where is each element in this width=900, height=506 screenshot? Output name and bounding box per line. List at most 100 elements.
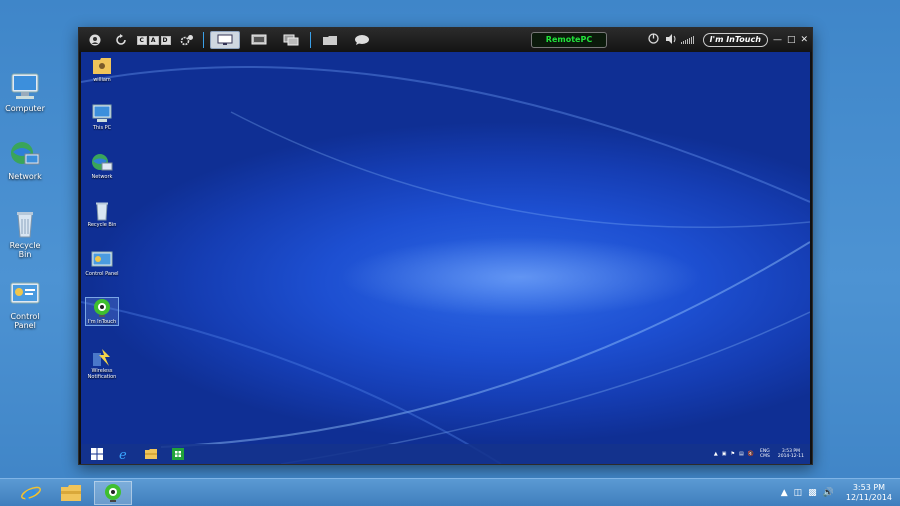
local-clock-time: 3:53 PM	[852, 483, 886, 492]
remote-taskbar-explorer[interactable]	[140, 446, 162, 462]
remote-taskbar-store[interactable]	[167, 446, 189, 462]
tray-app-icon[interactable]: ▣	[722, 451, 727, 457]
desktop-icon-label: Network	[8, 172, 42, 181]
remote-icon-label: Recycle Bin	[87, 222, 117, 228]
multi-window-button[interactable]	[278, 31, 304, 49]
recycle-bin-icon	[9, 209, 41, 239]
remote-icon-label: Wireless Notification	[87, 368, 117, 380]
remote-icon-label: This PC	[92, 125, 112, 131]
fullscreen-button[interactable]	[246, 31, 272, 49]
refresh-button[interactable]	[111, 31, 131, 49]
this-pc-icon	[91, 104, 113, 124]
windows-logo-icon	[91, 448, 103, 460]
remote-taskbar-ie[interactable]: e	[113, 446, 135, 462]
close-button[interactable]: ✕	[800, 35, 808, 45]
wifi-signal-icon[interactable]: ▩	[808, 488, 817, 498]
input-language[interactable]: ENG CMS	[760, 449, 770, 459]
remote-system-tray: ▲ ▣ ⚑ ▤ 🔇 ENG CMS 3:53 PM 2014-12-11	[710, 446, 804, 462]
flag-icon[interactable]: ⚑	[731, 451, 735, 457]
intouch-app-icon	[91, 298, 113, 318]
remote-icon-this-pc[interactable]: This PC	[85, 104, 119, 131]
remote-icon-label: I'm InTouch	[87, 319, 117, 325]
taskbar-internet-explorer[interactable]: e	[12, 481, 50, 505]
single-monitor-button[interactable]	[210, 31, 240, 49]
user-folder-icon	[91, 56, 113, 76]
desktop-icon-label: Control Panel	[10, 312, 40, 330]
volume-icon[interactable]: 🔊	[823, 488, 834, 498]
remote-icon-intouch[interactable]: I'm InTouch	[85, 297, 119, 326]
screen-icon	[251, 34, 267, 45]
intouch-app-icon	[105, 484, 121, 502]
taskbar-file-explorer[interactable]	[52, 481, 90, 505]
svg-text:e: e	[24, 482, 37, 504]
control-panel-icon	[91, 250, 113, 270]
cad-key-d: D	[160, 35, 171, 45]
internet-explorer-icon: e	[21, 482, 41, 504]
local-system-tray: ▲ ◫ ▩ 🔊 3:53 PM 12/11/2014	[775, 479, 892, 506]
remote-icon-william[interactable]: william	[85, 56, 119, 83]
refresh-icon	[116, 34, 126, 45]
signal-strength-icon	[680, 36, 695, 44]
local-taskbar: e ▲ ◫ ▩ 🔊 3:53 PM 12/11/2014	[0, 478, 900, 506]
wallpaper-curves	[81, 66, 810, 464]
desktop-icon-network[interactable]: Network	[2, 140, 48, 181]
desktop-icon-label: Computer	[5, 104, 45, 113]
remotepc-badge[interactable]: RemotePC	[531, 32, 607, 48]
remote-start-button[interactable]	[86, 446, 108, 462]
taskbar-intouch[interactable]	[94, 481, 132, 505]
remote-icon-label: william	[93, 77, 111, 83]
lang-line-2: CMS	[759, 454, 770, 459]
remote-icon-network[interactable]: Network	[85, 153, 119, 180]
network-tray-icon[interactable]: ▤	[739, 451, 744, 457]
local-clock[interactable]: 3:53 PM 12/11/2014	[846, 483, 892, 503]
remote-icon-wireless-notification[interactable]: Wireless Notification	[85, 347, 119, 380]
remote-icon-label: Control Panel	[85, 271, 119, 277]
remote-desktop-screen[interactable]: william This PC Network Recycle Bin Cont…	[81, 52, 810, 464]
chat-button[interactable]	[349, 31, 375, 49]
desktop-icon-computer[interactable]: Computer	[2, 72, 48, 113]
toolbar-right: I'm InTouch — □ ✕	[642, 28, 808, 52]
desktop-icon-recycle-bin[interactable]: Recycle Bin	[2, 209, 48, 259]
network-icon	[9, 140, 41, 170]
cad-key-a: A	[148, 35, 159, 45]
maximize-button[interactable]: □	[787, 35, 796, 45]
svg-text:e: e	[119, 448, 127, 461]
settings-button[interactable]	[177, 31, 197, 49]
local-clock-date: 12/11/2014	[845, 493, 892, 502]
remote-toolbar: CAD RemotePC I'm InTouch — □ ✕	[79, 28, 812, 52]
control-panel-icon	[9, 280, 41, 310]
file-explorer-icon	[145, 449, 157, 459]
file-transfer-button[interactable]	[317, 31, 343, 49]
file-explorer-icon	[61, 485, 81, 501]
remote-clock-date: 2014-12-11	[777, 454, 804, 459]
desktop-icon-control-panel[interactable]: Control Panel	[2, 280, 48, 330]
store-icon	[172, 448, 184, 460]
minimize-button[interactable]: —	[773, 35, 782, 45]
windows-icon	[283, 34, 299, 46]
wireless-notification-icon	[91, 347, 113, 367]
power-icon[interactable]	[648, 33, 659, 47]
recycle-bin-icon	[91, 201, 113, 221]
internet-explorer-icon: e	[119, 448, 127, 461]
tray-device-icon[interactable]: ◫	[794, 488, 803, 498]
monitor-icon	[217, 34, 233, 45]
user-icon	[89, 34, 101, 46]
volume-muted-icon[interactable]: 🔇	[748, 451, 754, 457]
remote-icon-label: Network	[91, 174, 113, 180]
remote-clock[interactable]: 3:53 PM 2014-12-11	[778, 449, 804, 459]
remote-session-window: CAD RemotePC I'm InTouch — □ ✕ william T…	[78, 27, 813, 465]
session-button[interactable]	[85, 31, 105, 49]
speaker-icon[interactable]	[665, 33, 677, 47]
remote-icon-recycle-bin[interactable]: Recycle Bin	[85, 201, 119, 228]
folder-icon	[323, 36, 337, 45]
ctrl-alt-del-button[interactable]: CAD	[137, 31, 171, 49]
toolbar-separator	[203, 32, 204, 48]
gears-icon	[180, 35, 193, 46]
desktop-icon-label: Recycle Bin	[9, 241, 41, 259]
show-hidden-icons-icon[interactable]: ▲	[781, 488, 788, 498]
remote-icon-control-panel[interactable]: Control Panel	[85, 250, 119, 277]
intouch-logo: I'm InTouch	[702, 33, 768, 47]
toolbar-separator	[310, 32, 311, 48]
show-hidden-icons-icon[interactable]: ▲	[714, 451, 718, 457]
computer-icon	[9, 72, 41, 102]
